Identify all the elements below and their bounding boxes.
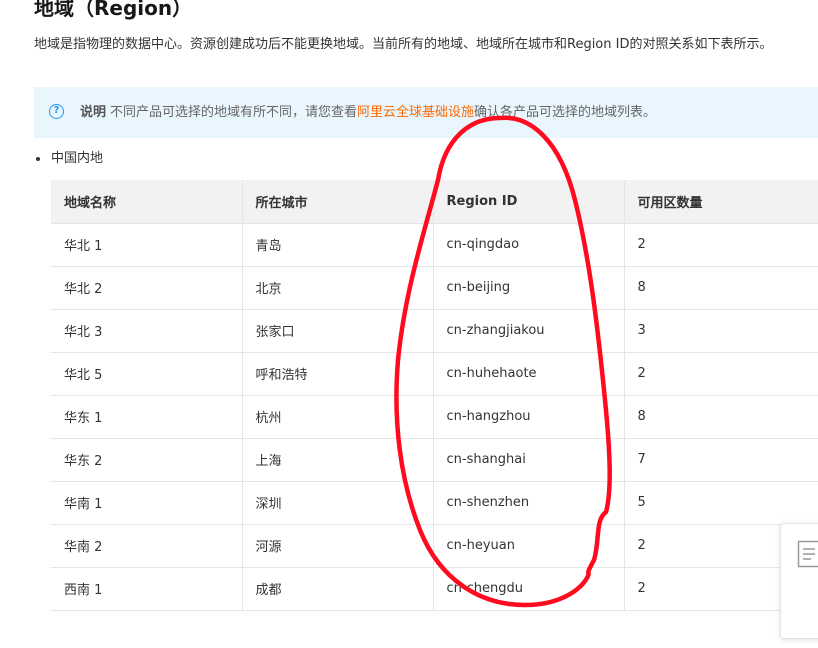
header-zone-count: 可用区数量 bbox=[624, 180, 818, 224]
table-row: 华东 2 上海 cn-shanghai 7 bbox=[51, 438, 818, 482]
bullet-icon bbox=[36, 156, 40, 161]
table-row: 华南 1 深圳 cn-shenzhen 5 bbox=[51, 481, 818, 525]
table-row: 华北 5 呼和浩特 cn-huhehaote 2 bbox=[51, 352, 818, 396]
region-table: 地域名称 所在城市 Region ID 可用区数量 华北 1 青岛 cn-qin… bbox=[51, 180, 818, 611]
cell-region-id: cn-shenzhen bbox=[433, 481, 625, 525]
cell-region-name: 华东 2 bbox=[51, 438, 243, 482]
note-label: 说明 bbox=[80, 105, 107, 120]
cell-zone-count: 7 bbox=[624, 438, 818, 482]
note-text: 说明 不同产品可选择的地域有所不同，请您查看阿里云全球基础设施确认各产品可选择的地… bbox=[80, 87, 656, 138]
cell-city: 河源 bbox=[242, 524, 434, 568]
question-circle-icon: ? bbox=[49, 104, 64, 119]
table-header-row: 地域名称 所在城市 Region ID 可用区数量 bbox=[51, 180, 818, 224]
header-region-name: 地域名称 bbox=[51, 180, 243, 224]
cell-region-name: 西南 1 bbox=[51, 567, 243, 611]
cell-region-id: cn-huhehaote bbox=[433, 352, 625, 396]
document-icon bbox=[797, 540, 818, 568]
cell-region-id: cn-hangzhou bbox=[433, 395, 625, 439]
cell-city: 深圳 bbox=[242, 481, 434, 525]
table-row: 华北 2 北京 cn-beijing 8 bbox=[51, 266, 818, 310]
cell-city: 青岛 bbox=[242, 223, 434, 267]
cell-city: 北京 bbox=[242, 266, 434, 310]
table-row: 华南 2 河源 cn-heyuan 2 bbox=[51, 524, 818, 568]
cell-region-id: cn-heyuan bbox=[433, 524, 625, 568]
cell-region-name: 华北 3 bbox=[51, 309, 243, 353]
cell-region-id: cn-chengdu bbox=[433, 567, 625, 611]
floating-feedback-widget[interactable] bbox=[780, 523, 818, 639]
table-row: 华北 1 青岛 cn-qingdao 2 bbox=[51, 223, 818, 267]
note-box: ? 说明 不同产品可选择的地域有所不同，请您查看阿里云全球基础设施确认各产品可选择… bbox=[34, 87, 818, 138]
cell-city: 张家口 bbox=[242, 309, 434, 353]
cell-region-name: 华南 1 bbox=[51, 481, 243, 525]
cell-region-name: 华南 2 bbox=[51, 524, 243, 568]
list-item-mainland-china: 中国内地 bbox=[36, 148, 103, 170]
list-item-label: 中国内地 bbox=[51, 151, 104, 166]
table-row: 华东 1 杭州 cn-hangzhou 8 bbox=[51, 395, 818, 439]
table-row: 华北 3 张家口 cn-zhangjiakou 3 bbox=[51, 309, 818, 353]
cell-region-name: 华北 1 bbox=[51, 223, 243, 267]
cell-region-name: 华北 2 bbox=[51, 266, 243, 310]
cell-city: 杭州 bbox=[242, 395, 434, 439]
cell-region-id: cn-qingdao bbox=[433, 223, 625, 267]
header-region-id: Region ID bbox=[433, 180, 625, 224]
page-title: 地域（Region） bbox=[34, 0, 193, 20]
cell-region-name: 华北 5 bbox=[51, 352, 243, 396]
intro-paragraph: 地域是指物理的数据中心。资源创建成功后不能更换地域。当前所有的地域、地域所在城市… bbox=[34, 37, 773, 52]
cell-zone-count: 2 bbox=[624, 223, 818, 267]
cell-city: 上海 bbox=[242, 438, 434, 482]
cell-zone-count: 2 bbox=[624, 352, 818, 396]
cell-city: 成都 bbox=[242, 567, 434, 611]
cell-region-name: 华东 1 bbox=[51, 395, 243, 439]
note-text-after: 确认各产品可选择的地域列表。 bbox=[474, 105, 657, 120]
cell-zone-count: 8 bbox=[624, 395, 818, 439]
cell-zone-count: 3 bbox=[624, 309, 818, 353]
cell-zone-count: 5 bbox=[624, 481, 818, 525]
cell-zone-count: 8 bbox=[624, 266, 818, 310]
cell-region-id: cn-shanghai bbox=[433, 438, 625, 482]
cell-region-id: cn-beijing bbox=[433, 266, 625, 310]
global-infrastructure-link[interactable]: 阿里云全球基础设施 bbox=[357, 105, 474, 120]
note-text-before: 不同产品可选择的地域有所不同，请您查看 bbox=[110, 105, 358, 120]
cell-city: 呼和浩特 bbox=[242, 352, 434, 396]
header-city: 所在城市 bbox=[242, 180, 434, 224]
table-row: 西南 1 成都 cn-chengdu 2 bbox=[51, 567, 818, 611]
cell-region-id: cn-zhangjiakou bbox=[433, 309, 625, 353]
